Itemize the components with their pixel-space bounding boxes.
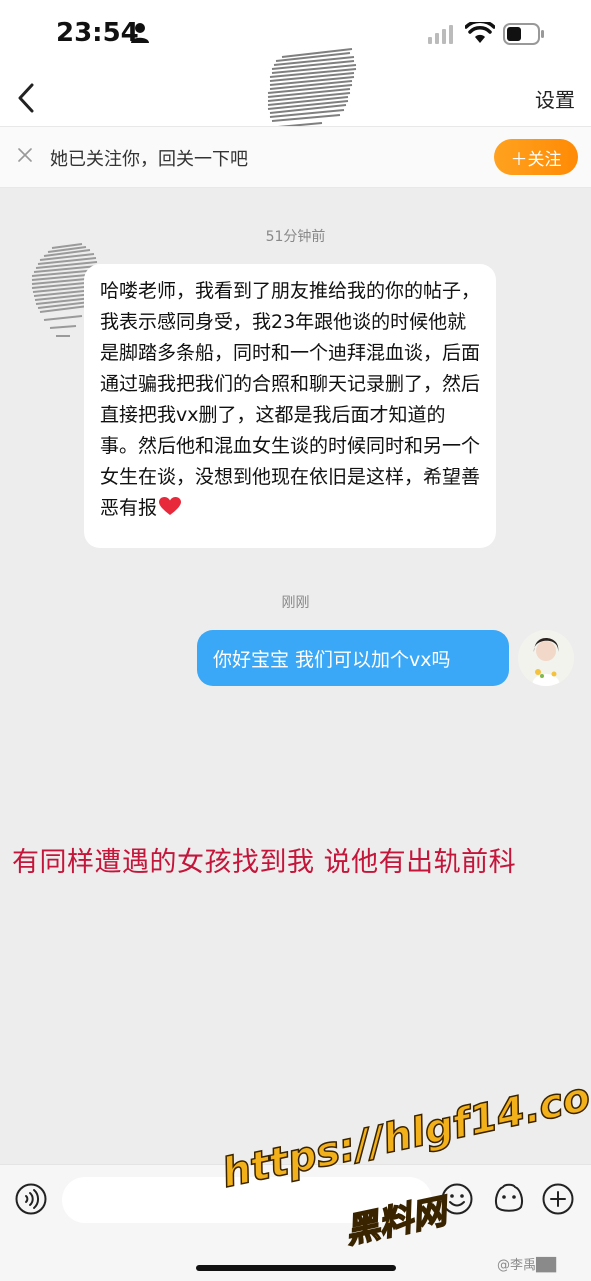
sticker-icon[interactable] [492,1181,526,1215]
plus-icon[interactable] [542,1183,574,1215]
avatar-photo [518,630,574,686]
settings-button[interactable]: 设置 [535,84,575,113]
emoji-icon[interactable] [441,1183,473,1215]
avatar[interactable] [518,630,574,686]
nav-bar: 设置 [0,48,591,128]
battery-icon [503,23,544,45]
signal-icon [428,25,453,44]
voice-icon[interactable] [15,1183,47,1215]
incoming-message-text: 哈喽老师，我看到了朋友推给我的你的帖子，我表示感同身受，我23年跟他谈的时候他就… [100,280,481,519]
close-icon[interactable] [18,148,32,162]
message-timestamp: 刚刚 [281,595,310,611]
status-time: 23:54 [56,18,139,48]
heart-icon [159,497,182,515]
wifi-icon [465,22,495,43]
weibo-watermark: @李禹██ [497,1258,556,1273]
incoming-message-bubble[interactable]: 哈喽老师，我看到了朋友推给我的你的帖子，我表示感同身受，我23年跟他谈的时候他就… [84,264,496,548]
follow-button[interactable]: ＋关注 [494,139,578,175]
redacted-username-scribble [267,48,357,128]
follow-back-banner: 她已关注你，回关一下吧 ＋关注 [0,126,591,188]
overlay-caption: 有同样遭遇的女孩找到我 说他有出轨前科 [12,847,517,878]
home-indicator [196,1265,396,1271]
person-icon [131,23,149,43]
follow-back-text: 她已关注你，回关一下吧 [50,149,248,170]
outgoing-message-bubble[interactable]: 你好宝宝 我们可以加个vx吗 [197,630,509,686]
chevron-left-icon[interactable] [12,80,42,116]
